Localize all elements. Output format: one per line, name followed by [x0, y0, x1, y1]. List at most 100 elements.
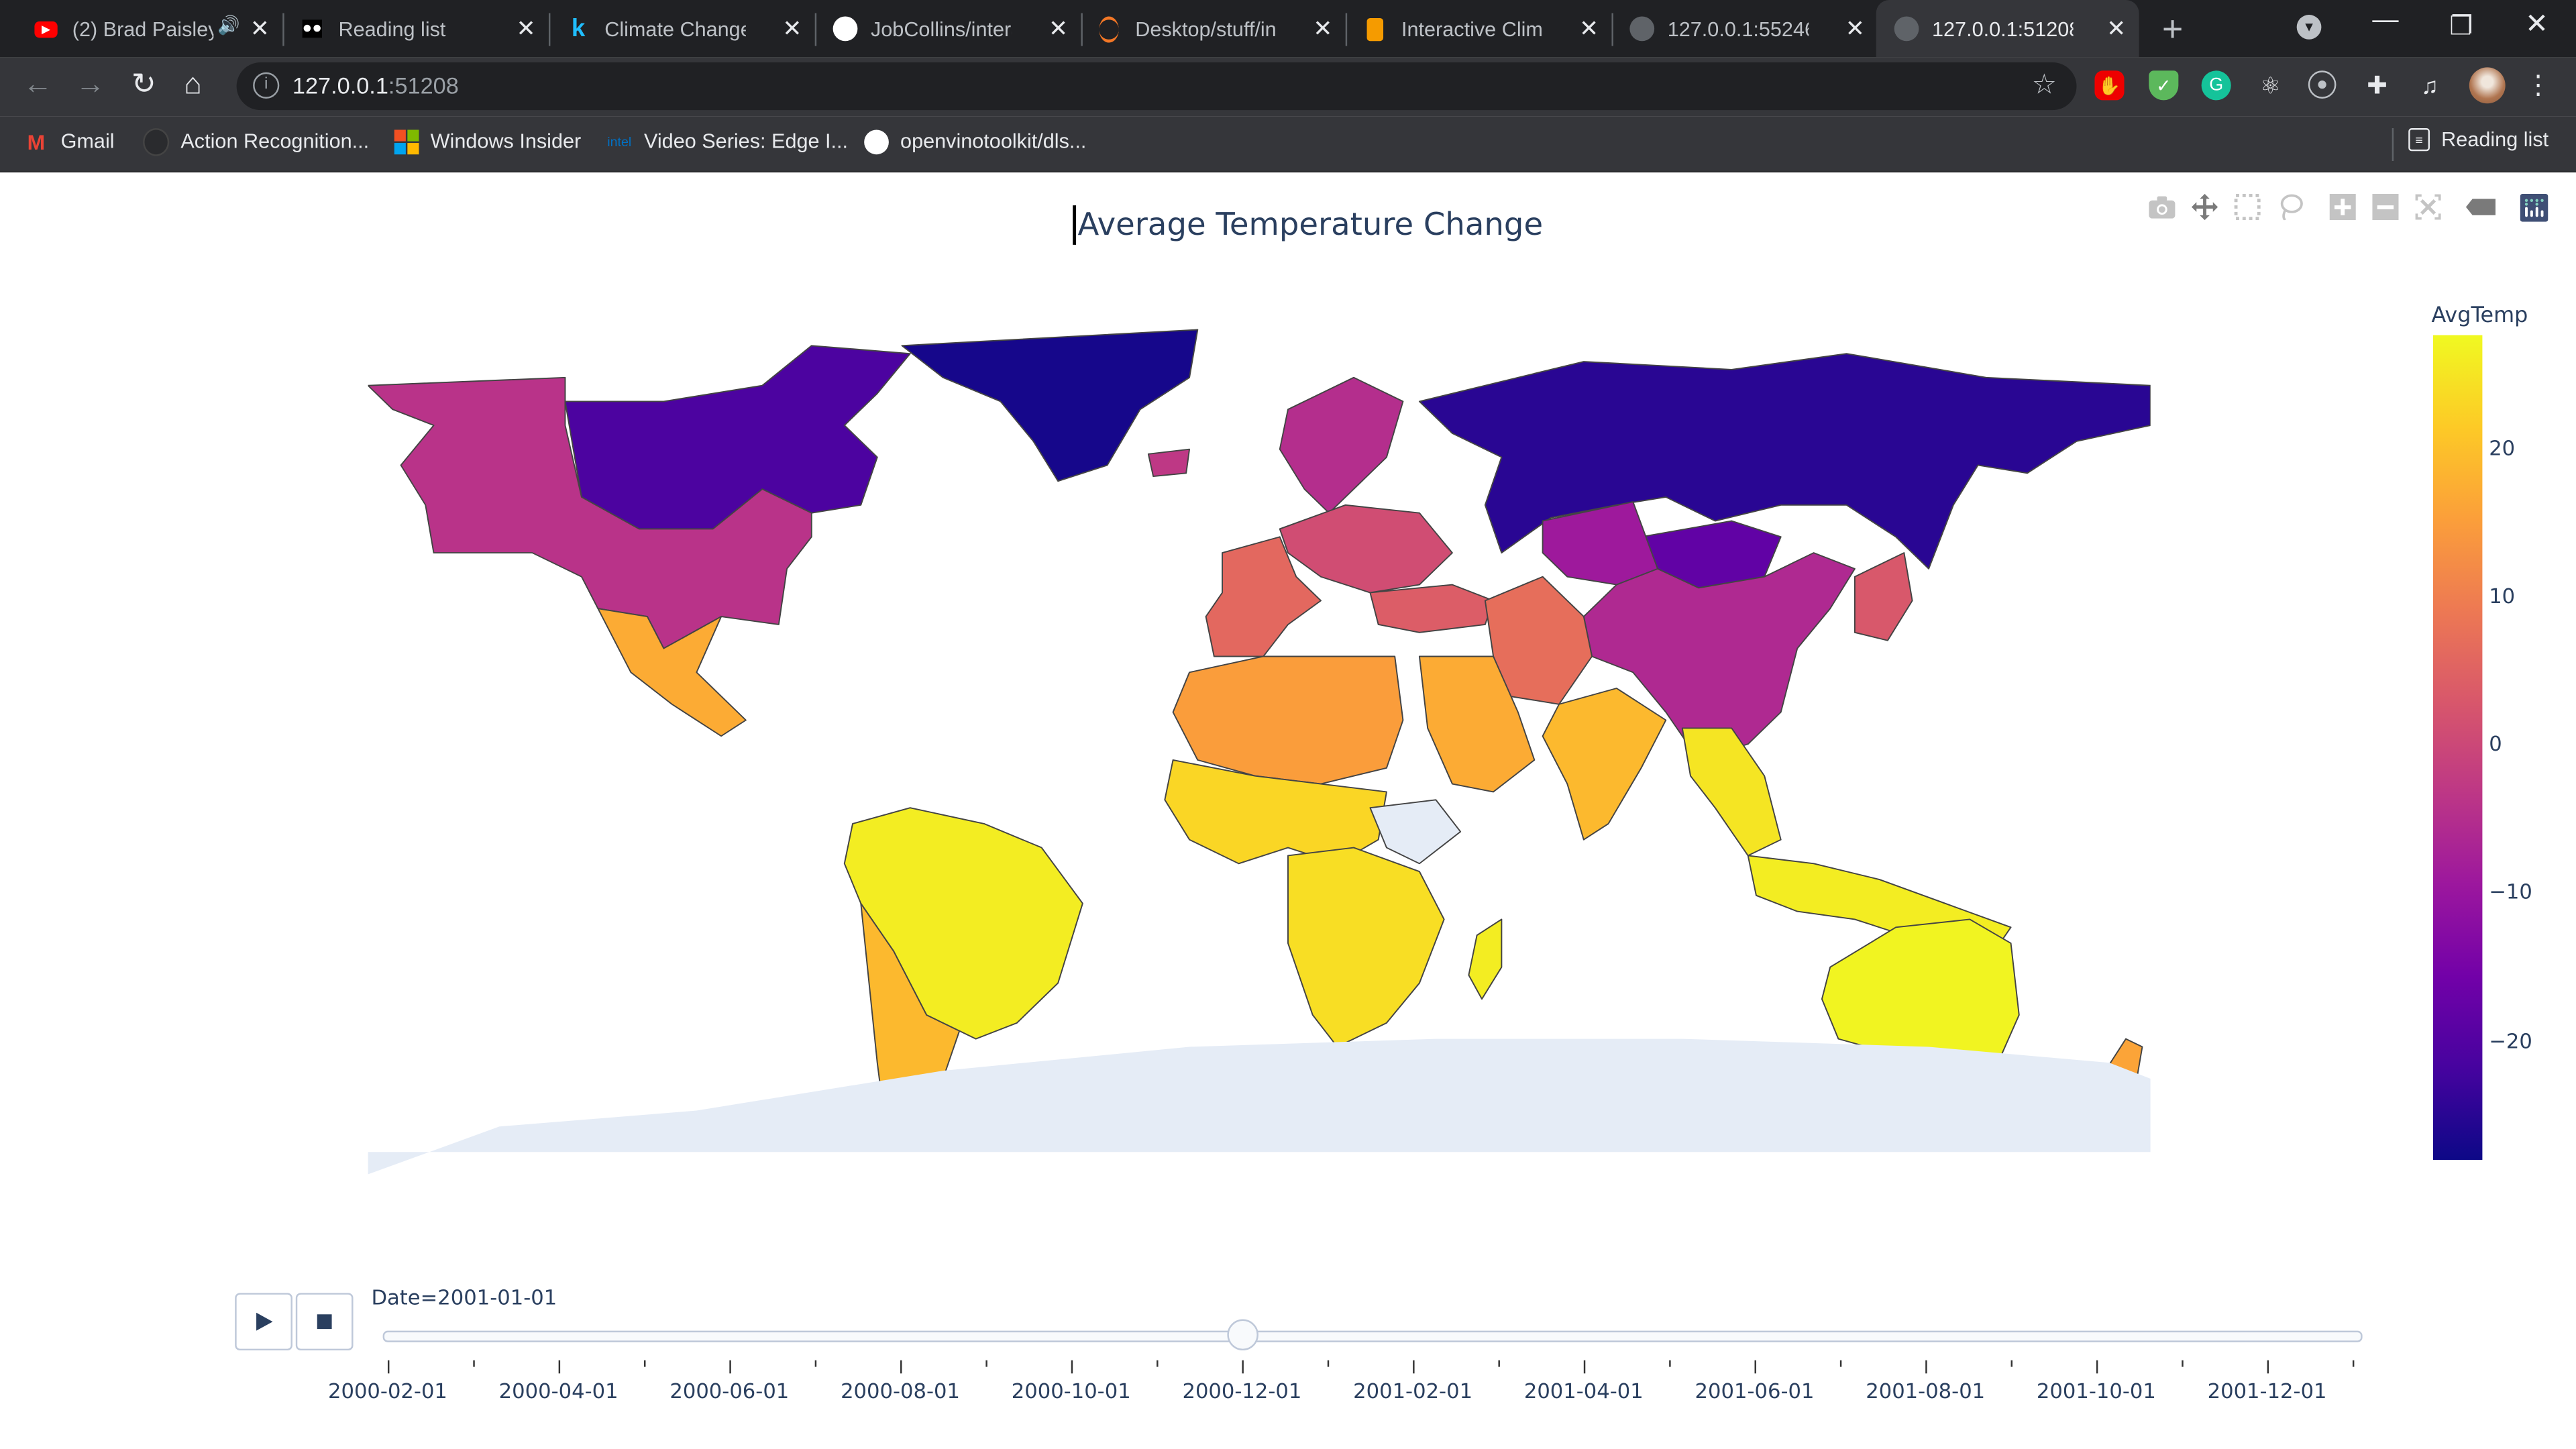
minimize-button[interactable]: — — [2372, 7, 2398, 36]
menu-kebab-icon[interactable]: ⋮ — [2524, 70, 2553, 101]
country-turkey[interactable] — [1369, 584, 1495, 633]
country-north-africa[interactable] — [1172, 655, 1404, 785]
country-central-europe[interactable] — [1279, 504, 1453, 594]
zoom-out-icon[interactable] — [2364, 191, 2407, 223]
country-canada[interactable] — [564, 345, 911, 530]
slider-tick-label[interactable]: 2001-12-01 — [2208, 1379, 2327, 1403]
react-devtools-icon[interactable]: ⚛ — [2255, 70, 2285, 100]
address-bar[interactable]: i 127.0.0.1:51208 ☆ — [236, 62, 2077, 111]
grammarly-icon[interactable]: G — [2201, 70, 2231, 101]
autoscale-icon[interactable] — [2407, 191, 2450, 223]
bookmark-label: Video Series: Edge I... — [644, 129, 849, 153]
reading-list-button[interactable]: ≡ Reading list — [2408, 128, 2548, 152]
tab-search-icon[interactable]: ▼ — [2296, 15, 2322, 40]
hover-compare-icon[interactable] — [2459, 191, 2502, 223]
intel-icon: intel — [607, 133, 632, 149]
slider-tick-label[interactable]: 2000-12-01 — [1182, 1379, 1301, 1403]
country-iceland[interactable] — [1147, 448, 1191, 478]
bookmark-2[interactable]: Windows Insider — [392, 128, 581, 154]
tab-6[interactable]: 127.0.0.1:55246 ✕ — [1611, 0, 1880, 58]
bookmark-3[interactable]: intel Video Series: Edge I... — [606, 128, 848, 154]
tab-7[interactable]: 127.0.0.1:51208 ✕ — [1876, 0, 2139, 58]
slider-tick-label[interactable]: 2001-02-01 — [1353, 1379, 1472, 1403]
slider-tick — [1925, 1360, 1927, 1374]
close-tab-icon[interactable]: ✕ — [1845, 15, 1865, 43]
country-russia[interactable] — [1418, 353, 2151, 570]
slider-tick-label[interactable]: 2001-04-01 — [1524, 1379, 1644, 1403]
box-select-icon[interactable] — [2226, 191, 2269, 223]
slider-tick-label[interactable]: 2000-02-01 — [328, 1379, 447, 1403]
extensions-puzzle-icon[interactable]: ✚ — [2363, 70, 2392, 101]
reload-button[interactable]: ↻ — [131, 67, 156, 101]
tab-2[interactable]: k Climate Change: Earth ✕ — [549, 0, 817, 58]
restore-button[interactable]: ❐ — [2449, 10, 2473, 43]
bookmark-1[interactable]: Action Recognition... — [143, 127, 370, 156]
slider-tick-label[interactable]: 2000-06-01 — [669, 1379, 789, 1403]
profile-avatar[interactable] — [2469, 67, 2506, 104]
bookmark-0[interactable]: M Gmail — [23, 128, 115, 154]
country-madagascar[interactable] — [1468, 918, 1503, 1000]
home-button[interactable]: ⌂ — [184, 67, 202, 101]
adguard-icon[interactable]: ✓ — [2149, 70, 2179, 101]
country-central-southern-africa[interactable] — [1287, 847, 1445, 1048]
lasso-icon[interactable] — [2269, 191, 2312, 223]
slider-tick-label[interactable]: 2001-08-01 — [1866, 1379, 1985, 1403]
close-tab-icon[interactable]: ✕ — [1313, 15, 1332, 43]
pan-icon[interactable] — [2184, 191, 2226, 223]
tab-title: JobCollins/interactive — [870, 17, 1012, 41]
forward-button[interactable]: → — [76, 67, 105, 101]
close-tab-icon[interactable]: ✕ — [1579, 15, 1599, 43]
slider-tick-label[interactable]: 2000-10-01 — [1012, 1379, 1131, 1403]
close-window-button[interactable]: ✕ — [2525, 8, 2548, 41]
stop-button[interactable] — [295, 1293, 354, 1351]
close-tab-icon[interactable]: ✕ — [2106, 15, 2126, 43]
play-button[interactable] — [235, 1293, 292, 1351]
colorbar — [2432, 335, 2483, 1160]
close-tab-icon[interactable]: ✕ — [250, 15, 270, 43]
close-tab-icon[interactable]: ✕ — [782, 15, 802, 43]
slider-handle[interactable] — [1226, 1319, 1258, 1351]
country-india[interactable] — [1542, 688, 1667, 841]
tab-4[interactable]: Desktop/stuff/interactive ✕ — [1079, 0, 1348, 58]
target-extension-icon[interactable] — [2308, 70, 2337, 99]
bookmark-star-icon[interactable]: ☆ — [2032, 69, 2057, 102]
camera-icon[interactable] — [2141, 191, 2184, 223]
tab-5[interactable]: Interactive Climate ✕ — [1346, 0, 1613, 58]
country-south-sudan-somalia[interactable] — [1369, 799, 1462, 865]
back-button[interactable]: ← — [23, 67, 52, 101]
slider-tick-label[interactable]: 2001-06-01 — [1695, 1379, 1815, 1403]
slider-rail[interactable] — [382, 1330, 2363, 1342]
close-tab-icon[interactable]: ✕ — [1049, 15, 1068, 43]
map-svg[interactable] — [367, 314, 2151, 1178]
tab-title: 127.0.0.1:51208 — [1932, 17, 2074, 41]
notebook-icon — [1362, 15, 1388, 42]
plotly-modebar — [2141, 191, 2555, 223]
bookmark-label: Action Recognition... — [180, 129, 370, 153]
slider-tick-label[interactable]: 2000-04-01 — [499, 1379, 619, 1403]
close-tab-icon[interactable]: ✕ — [517, 15, 536, 43]
choropleth-map[interactable] — [367, 314, 2151, 1178]
slider-tick-label[interactable]: 2000-08-01 — [841, 1379, 960, 1403]
country-japan-korea[interactable] — [1854, 552, 1913, 641]
media-control-icon[interactable]: ♫ — [2415, 70, 2445, 100]
url-text[interactable]: 127.0.0.1:51208 — [292, 72, 459, 99]
slider-tick — [1498, 1360, 1500, 1367]
adblock-icon[interactable]: ✋ — [2094, 70, 2125, 101]
bookmark-4[interactable]: openvinotoolkit/dls... — [863, 128, 1086, 154]
country-southeast-asia[interactable] — [1681, 727, 1782, 857]
country-antarctica[interactable] — [368, 1038, 2151, 1175]
reading-list-icon: ≡ — [2408, 128, 2430, 152]
tab-0[interactable]: ▶ (2) Brad Paisley 🔊 ✕ — [16, 0, 284, 58]
plotly-logo-icon[interactable] — [2512, 191, 2555, 223]
audio-playing-icon[interactable]: 🔊 — [217, 15, 240, 36]
slider-tick-label[interactable]: 2001-10-01 — [2037, 1379, 2156, 1403]
new-tab-button[interactable]: + — [2162, 8, 2183, 51]
plot-title: Average Temperature Change — [1077, 207, 1544, 244]
github-icon — [143, 127, 170, 156]
tab-1[interactable]: ●● Reading list ✕ — [282, 0, 551, 58]
zoom-in-icon[interactable] — [2321, 191, 2364, 223]
country-norway-sweden-finland[interactable] — [1279, 376, 1404, 514]
url-port: :51208 — [388, 72, 459, 99]
site-info-icon[interactable]: i — [253, 72, 280, 99]
tab-3[interactable]: JobCollins/interactive ✕ — [815, 0, 1083, 58]
